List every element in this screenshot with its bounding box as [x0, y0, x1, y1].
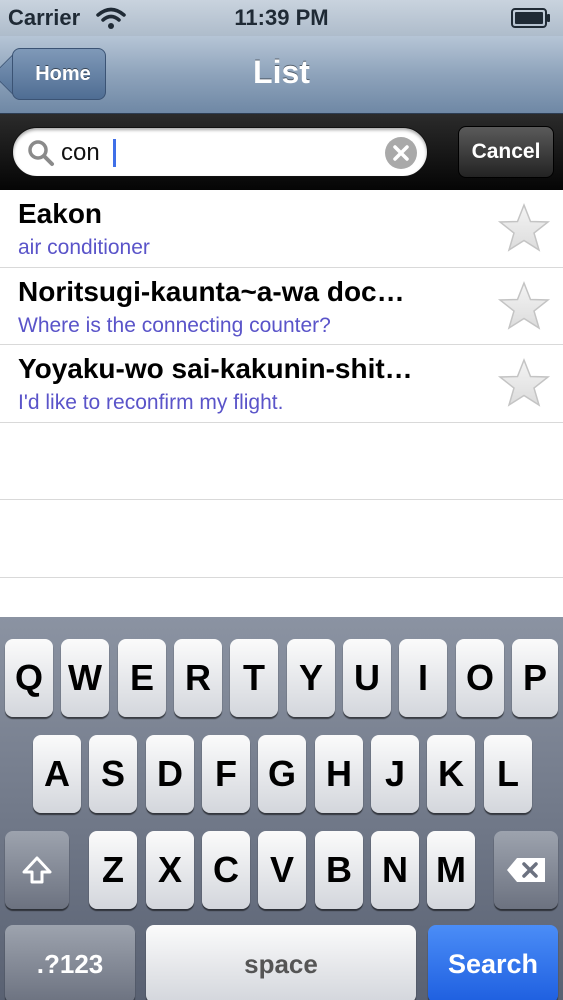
key-m[interactable]: M: [427, 831, 475, 909]
search-input[interactable]: [61, 136, 381, 170]
key-q[interactable]: Q: [5, 639, 53, 717]
back-button-label: Home: [12, 48, 106, 100]
shift-arrow-icon: [22, 856, 52, 884]
results-list: Eakon air conditioner Noritsugi-kaunta~a…: [0, 190, 563, 578]
key-t[interactable]: T: [230, 639, 278, 717]
key-f[interactable]: F: [202, 735, 250, 813]
key-n[interactable]: N: [371, 831, 419, 909]
key-y[interactable]: Y: [287, 639, 335, 717]
search-icon: [28, 140, 54, 166]
empty-row: [0, 423, 563, 500]
key-z[interactable]: Z: [89, 831, 137, 909]
key-u[interactable]: U: [343, 639, 391, 717]
key-d[interactable]: D: [146, 735, 194, 813]
status-bar: Carrier 11:39 PM: [0, 0, 563, 36]
key-e[interactable]: E: [118, 639, 166, 717]
keyboard: Q W E R T Y U I O P A S D F G H J K L Z …: [0, 617, 563, 1000]
list-item[interactable]: Yoyaku-wo sai-kakunin-shit… I'd like to …: [0, 345, 563, 423]
key-l[interactable]: L: [484, 735, 532, 813]
back-button[interactable]: Home: [12, 48, 106, 100]
item-title: Eakon: [18, 198, 103, 229]
list-item[interactable]: Eakon air conditioner: [0, 190, 563, 268]
delete-key[interactable]: [494, 831, 558, 909]
backspace-icon: [507, 858, 545, 882]
star-icon[interactable]: [497, 202, 551, 256]
battery-icon: [511, 8, 550, 28]
text-cursor: [113, 139, 116, 167]
cancel-button[interactable]: Cancel: [458, 126, 554, 178]
key-j[interactable]: J: [371, 735, 419, 813]
key-g[interactable]: G: [258, 735, 306, 813]
item-subtitle: I'd like to reconfirm my flight.: [18, 391, 284, 414]
search-bar: Cancel: [0, 114, 563, 190]
item-title: Noritsugi-kaunta~a-wa doc…: [18, 275, 405, 307]
search-field[interactable]: [12, 127, 428, 177]
key-x[interactable]: X: [146, 831, 194, 909]
item-subtitle: air conditioner: [18, 236, 150, 259]
space-key[interactable]: space: [146, 925, 416, 1000]
star-icon[interactable]: [497, 280, 551, 334]
status-time: 11:39 PM: [234, 5, 329, 30]
key-p[interactable]: P: [512, 639, 558, 717]
star-icon[interactable]: [497, 357, 551, 411]
key-w[interactable]: W: [61, 639, 109, 717]
key-s[interactable]: S: [89, 735, 137, 813]
close-icon: [393, 145, 409, 161]
search-key[interactable]: Search: [428, 925, 558, 1000]
key-v[interactable]: V: [258, 831, 306, 909]
key-b[interactable]: B: [315, 831, 363, 909]
key-r[interactable]: R: [174, 639, 222, 717]
key-c[interactable]: C: [202, 831, 250, 909]
navigation-bar: Home List: [0, 36, 563, 114]
key-o[interactable]: O: [456, 639, 504, 717]
item-title: Yoyaku-wo sai-kakunin-shit…: [18, 353, 413, 384]
numbers-mode-key[interactable]: .?123: [5, 925, 135, 1000]
clear-search-icon[interactable]: [385, 137, 417, 169]
shift-key[interactable]: [5, 831, 69, 909]
key-a[interactable]: A: [33, 735, 81, 813]
key-h[interactable]: H: [315, 735, 363, 813]
item-subtitle: Where is the connecting counter?: [18, 313, 331, 337]
key-i[interactable]: I: [399, 639, 447, 717]
list-item[interactable]: Noritsugi-kaunta~a-wa doc… Where is the …: [0, 267, 563, 345]
key-k[interactable]: K: [427, 735, 475, 813]
empty-row: [0, 500, 563, 578]
